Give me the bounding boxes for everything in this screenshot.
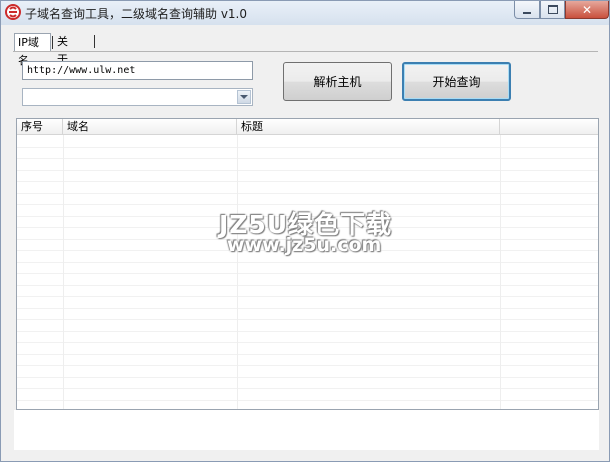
grid-row-line <box>17 296 598 297</box>
tab-ip-domain[interactable]: IP域名 <box>14 33 51 67</box>
grid-row-line <box>17 147 598 148</box>
status-area <box>14 410 599 450</box>
grid-row-line <box>17 250 598 251</box>
table-body <box>17 135 598 409</box>
grid-row-line <box>17 158 598 159</box>
grid-row-line <box>17 204 598 205</box>
grid-row-line <box>17 308 598 309</box>
window-title: 子域名查询工具，二级域名查询辅助 v1.0 <box>25 7 248 21</box>
grid-row-line <box>17 377 598 378</box>
tab-about[interactable]: 关于 <box>54 33 71 66</box>
close-icon: ✕ <box>581 2 593 17</box>
table-header: 序号 域名 标题 <box>17 119 598 135</box>
grid-column-line <box>237 135 238 409</box>
grid-row-line <box>17 170 598 171</box>
grid-row-line <box>17 273 598 274</box>
grid-row-line <box>17 388 598 389</box>
url-input[interactable] <box>22 61 253 80</box>
column-header-empty[interactable] <box>500 119 598 134</box>
grid-row-line <box>17 319 598 320</box>
close-button[interactable]: ✕ <box>565 1 609 19</box>
grid-row-line <box>17 181 598 182</box>
grid-row-line <box>17 365 598 366</box>
tab-divider-end <box>94 35 95 48</box>
results-table[interactable]: 序号 域名 标题 <box>16 118 599 410</box>
grid-row-line <box>17 285 598 286</box>
maximize-button[interactable] <box>540 1 565 19</box>
grid-row-line <box>17 262 598 263</box>
grid-row-line <box>17 193 598 194</box>
column-header-index[interactable]: 序号 <box>17 119 63 134</box>
column-header-title[interactable]: 标题 <box>237 119 500 134</box>
minimize-icon <box>523 11 531 14</box>
chevron-down-icon <box>240 95 248 99</box>
grid-row-line <box>17 400 598 401</box>
resolve-host-button[interactable]: 解析主机 <box>283 62 392 101</box>
combo-dropdown-button[interactable] <box>237 90 251 104</box>
grid-row-line <box>17 342 598 343</box>
title-bar[interactable]: 子域名查询工具，二级域名查询辅助 v1.0 ✕ <box>1 1 609 25</box>
grid-row-line <box>17 216 598 217</box>
grid-row-line <box>17 354 598 355</box>
host-combo[interactable] <box>22 88 253 106</box>
grid-row-line <box>17 239 598 240</box>
grid-row-line <box>17 227 598 228</box>
tab-divider <box>52 36 53 49</box>
maximize-icon <box>547 5 558 14</box>
grid-column-line <box>63 135 64 409</box>
column-header-domain[interactable]: 域名 <box>63 119 237 134</box>
minimize-button[interactable] <box>514 1 540 19</box>
grid-row-line <box>17 331 598 332</box>
grid-column-line <box>500 135 501 409</box>
start-query-button[interactable]: 开始查询 <box>402 62 511 101</box>
app-e-icon <box>5 4 21 20</box>
